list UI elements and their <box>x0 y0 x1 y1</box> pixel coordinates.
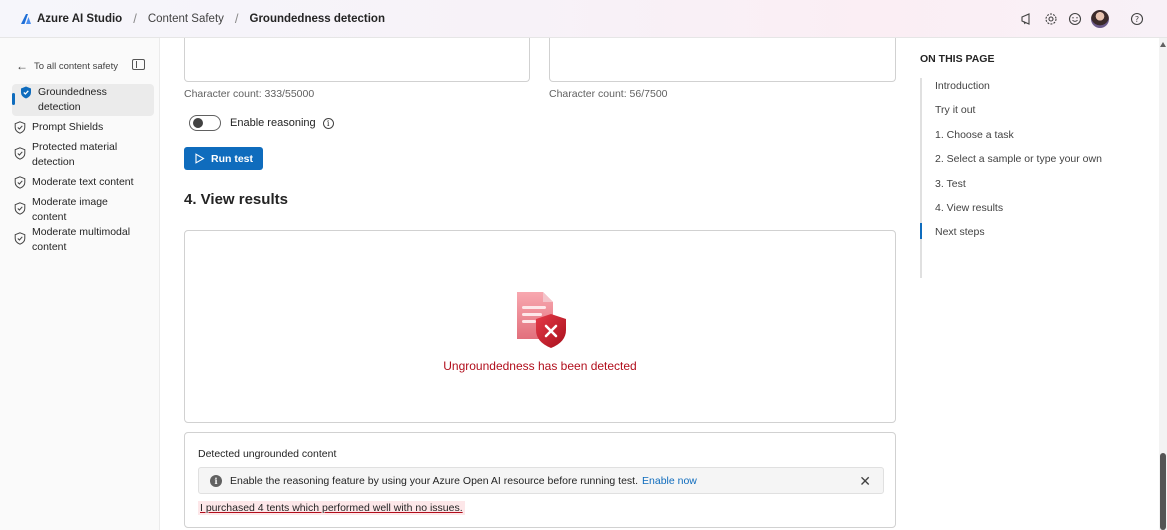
nav-item-moderate-text[interactable]: Moderate text content <box>14 175 154 190</box>
enable-now-link[interactable]: Enable now <box>642 475 697 487</box>
nav-item-moderate-image[interactable]: Moderate image content <box>14 195 154 225</box>
character-count: Character count: 56/7500 <box>549 88 668 100</box>
info-message-bar: i Enable the reasoning feature by using … <box>198 467 884 494</box>
toc-title: ON THIS PAGE <box>920 53 995 65</box>
play-icon <box>195 153 205 164</box>
info-icon: i <box>210 474 222 487</box>
scroll-up-arrow-icon[interactable] <box>1160 42 1166 47</box>
page-scrollbar[interactable] <box>1159 38 1167 530</box>
section-title: 4. View results <box>184 191 288 208</box>
gear-icon[interactable] <box>1043 11 1059 27</box>
azure-ai-logo-icon <box>21 13 31 24</box>
svg-text:?: ? <box>1135 15 1139 24</box>
left-nav: ← To all content safety Groundedness det… <box>0 38 160 530</box>
breadcrumb-separator: / <box>234 11 239 26</box>
enable-reasoning-toggle[interactable] <box>189 115 221 131</box>
toc-rail <box>920 78 922 278</box>
active-indicator <box>12 93 15 105</box>
header-actions: ? <box>1011 0 1145 38</box>
toc-item-view-results[interactable]: 4. View results <box>935 202 1003 214</box>
info-message-text: Enable the reasoning feature by using yo… <box>230 474 639 487</box>
shield-check-icon <box>14 232 26 245</box>
main-content: Character count: 333/55000 Character cou… <box>161 38 906 530</box>
top-header: Azure AI Studio / Content Safety / Groun… <box>0 0 1167 38</box>
nav-item-groundedness[interactable]: Groundedness detection <box>12 84 154 116</box>
toggle-label: Enable reasoning <box>230 117 316 129</box>
shield-check-icon <box>21 86 31 99</box>
nav-item-label: Moderate multimodal content <box>32 226 131 253</box>
shield-check-icon <box>14 202 26 215</box>
nav-item-label: Protected material detection <box>32 141 118 168</box>
toc-item-select-sample[interactable]: 2. Select a sample or type your own <box>935 153 1102 165</box>
enable-reasoning-row: Enable reasoning i <box>189 115 334 131</box>
result-message: Ungroundedness has been detected <box>443 359 637 373</box>
toc-item-try-it-out[interactable]: Try it out <box>935 104 975 116</box>
nav-item-label: Groundedness detection <box>38 86 107 113</box>
nav-item-label: Moderate text content <box>32 176 134 188</box>
detected-title: Detected ungrounded content <box>198 448 337 460</box>
toc-item-next-steps[interactable]: Next steps <box>935 226 985 238</box>
nav-item-prompt-shields[interactable]: Prompt Shields <box>14 120 154 135</box>
nav-item-moderate-multimodal[interactable]: Moderate multimodal content <box>14 225 154 255</box>
breadcrumb-separator: / <box>133 11 137 26</box>
collapse-panel-icon[interactable] <box>132 59 145 70</box>
breadcrumb-current: Groundedness detection <box>249 12 385 25</box>
info-icon[interactable]: i <box>322 117 334 129</box>
character-count: Character count: 333/55000 <box>184 88 315 100</box>
megaphone-icon[interactable] <box>1019 11 1035 27</box>
arrow-left-icon: ← <box>16 59 28 73</box>
run-test-label: Run test <box>211 152 253 165</box>
on-this-page-toc: ON THIS PAGE Introduction Try it out 1. … <box>918 38 1148 530</box>
detected-ungrounded-card: Detected ungrounded content i Enable the… <box>184 432 896 528</box>
scroll-thumb[interactable] <box>1160 453 1166 530</box>
back-link-label: To all content safety <box>34 60 118 72</box>
ungrounded-text-highlight: I purchased 4 tents which performed well… <box>198 501 465 515</box>
breadcrumb-content-safety[interactable]: Content Safety <box>148 13 224 25</box>
nav-item-label: Moderate image content <box>32 196 108 223</box>
smiley-icon[interactable] <box>1067 11 1083 27</box>
grounding-source-textarea[interactable] <box>184 38 530 82</box>
nav-item-label: Prompt Shields <box>32 121 104 133</box>
toc-item-choose-task[interactable]: 1. Choose a task <box>935 129 1014 141</box>
nav-item-protected-material[interactable]: Protected material detection <box>14 140 154 170</box>
toc-item-test[interactable]: 3. Test <box>935 178 966 190</box>
toc-active-indicator <box>920 223 922 239</box>
help-icon[interactable]: ? <box>1129 11 1145 27</box>
close-icon[interactable]: ✕ <box>859 473 871 490</box>
back-link[interactable]: ← To all content safety <box>16 59 118 73</box>
result-card: Ungroundedness has been detected <box>184 230 896 423</box>
toc-item-introduction[interactable]: Introduction <box>935 80 990 92</box>
shield-check-icon <box>14 147 26 160</box>
run-test-button[interactable]: Run test <box>184 147 263 170</box>
query-textarea[interactable] <box>549 38 896 82</box>
brand-label: Azure AI Studio <box>37 12 123 25</box>
shield-check-icon <box>14 121 26 134</box>
document-error-icon <box>517 292 566 348</box>
shield-check-icon <box>14 176 26 189</box>
avatar[interactable] <box>1091 10 1109 28</box>
brand[interactable]: Azure AI Studio <box>20 13 122 25</box>
